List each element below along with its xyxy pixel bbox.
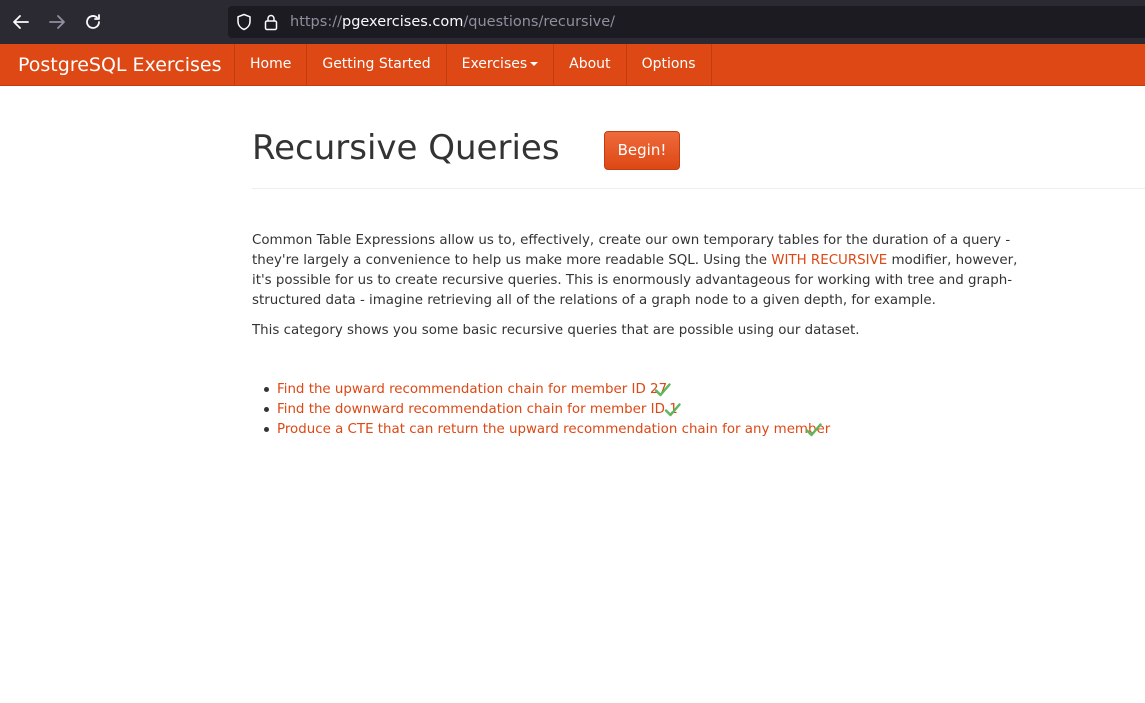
- category-description: This category shows you some basic recur…: [252, 323, 860, 338]
- nav-item-label: Options: [641, 56, 696, 72]
- nav-item-label: About: [569, 56, 611, 72]
- forward-arrow-icon[interactable]: [46, 11, 68, 33]
- exercise-link[interactable]: Find the downward recommendation chain f…: [277, 400, 678, 420]
- page-title: Recursive Queries: [252, 128, 560, 168]
- url-path: /questions/recursive/: [463, 14, 616, 30]
- shield-icon[interactable]: [236, 13, 252, 31]
- nav-menu: Home Getting Started Exercises About Opt…: [234, 44, 712, 85]
- checkmark-icon: [664, 402, 681, 418]
- nav-item-exercises[interactable]: Exercises: [445, 44, 554, 85]
- begin-button[interactable]: Begin!: [604, 131, 680, 170]
- nav-item-home[interactable]: Home: [234, 44, 306, 85]
- url-host: pgexercises.com: [341, 14, 464, 30]
- nav-item-label: Home: [250, 56, 292, 72]
- url-scheme: https://: [290, 14, 342, 30]
- bullet: [264, 387, 269, 392]
- reload-icon[interactable]: [82, 11, 104, 33]
- nav-item-about[interactable]: About: [553, 44, 625, 85]
- exercise-link[interactable]: Find the upward recommendation chain for…: [277, 380, 667, 400]
- site-navbar: PostgreSQL Exercises Home Getting Starte…: [0, 44, 1145, 86]
- nav-item-options[interactable]: Options: [625, 44, 712, 85]
- lock-icon[interactable]: [264, 13, 278, 31]
- checkmark-icon: [654, 382, 671, 398]
- caret-down-icon: [530, 62, 539, 66]
- with-recursive-link[interactable]: WITH RECURSIVE: [771, 253, 887, 268]
- intro-paragraph: Common Table Expressions allow us to, ef…: [252, 231, 1027, 311]
- divider: [252, 188, 1145, 189]
- brand-link[interactable]: PostgreSQL Exercises: [18, 53, 222, 77]
- nav-item-getting-started[interactable]: Getting Started: [306, 44, 445, 85]
- bullet: [264, 427, 269, 432]
- address-bar[interactable]: https://pgexercises.com/questions/recurs…: [228, 6, 1145, 38]
- nav-item-label: Exercises: [461, 56, 528, 72]
- exercise-link[interactable]: Produce a CTE that can return the upward…: [277, 420, 830, 440]
- bullet: [264, 407, 269, 412]
- browser-toolbar: https://pgexercises.com/questions/recurs…: [0, 0, 1145, 44]
- checkmark-icon: [805, 422, 822, 438]
- nav-item-label: Getting Started: [322, 56, 431, 72]
- url-text[interactable]: https://pgexercises.com/questions/recurs…: [290, 13, 615, 31]
- back-arrow-icon[interactable]: [10, 11, 32, 33]
